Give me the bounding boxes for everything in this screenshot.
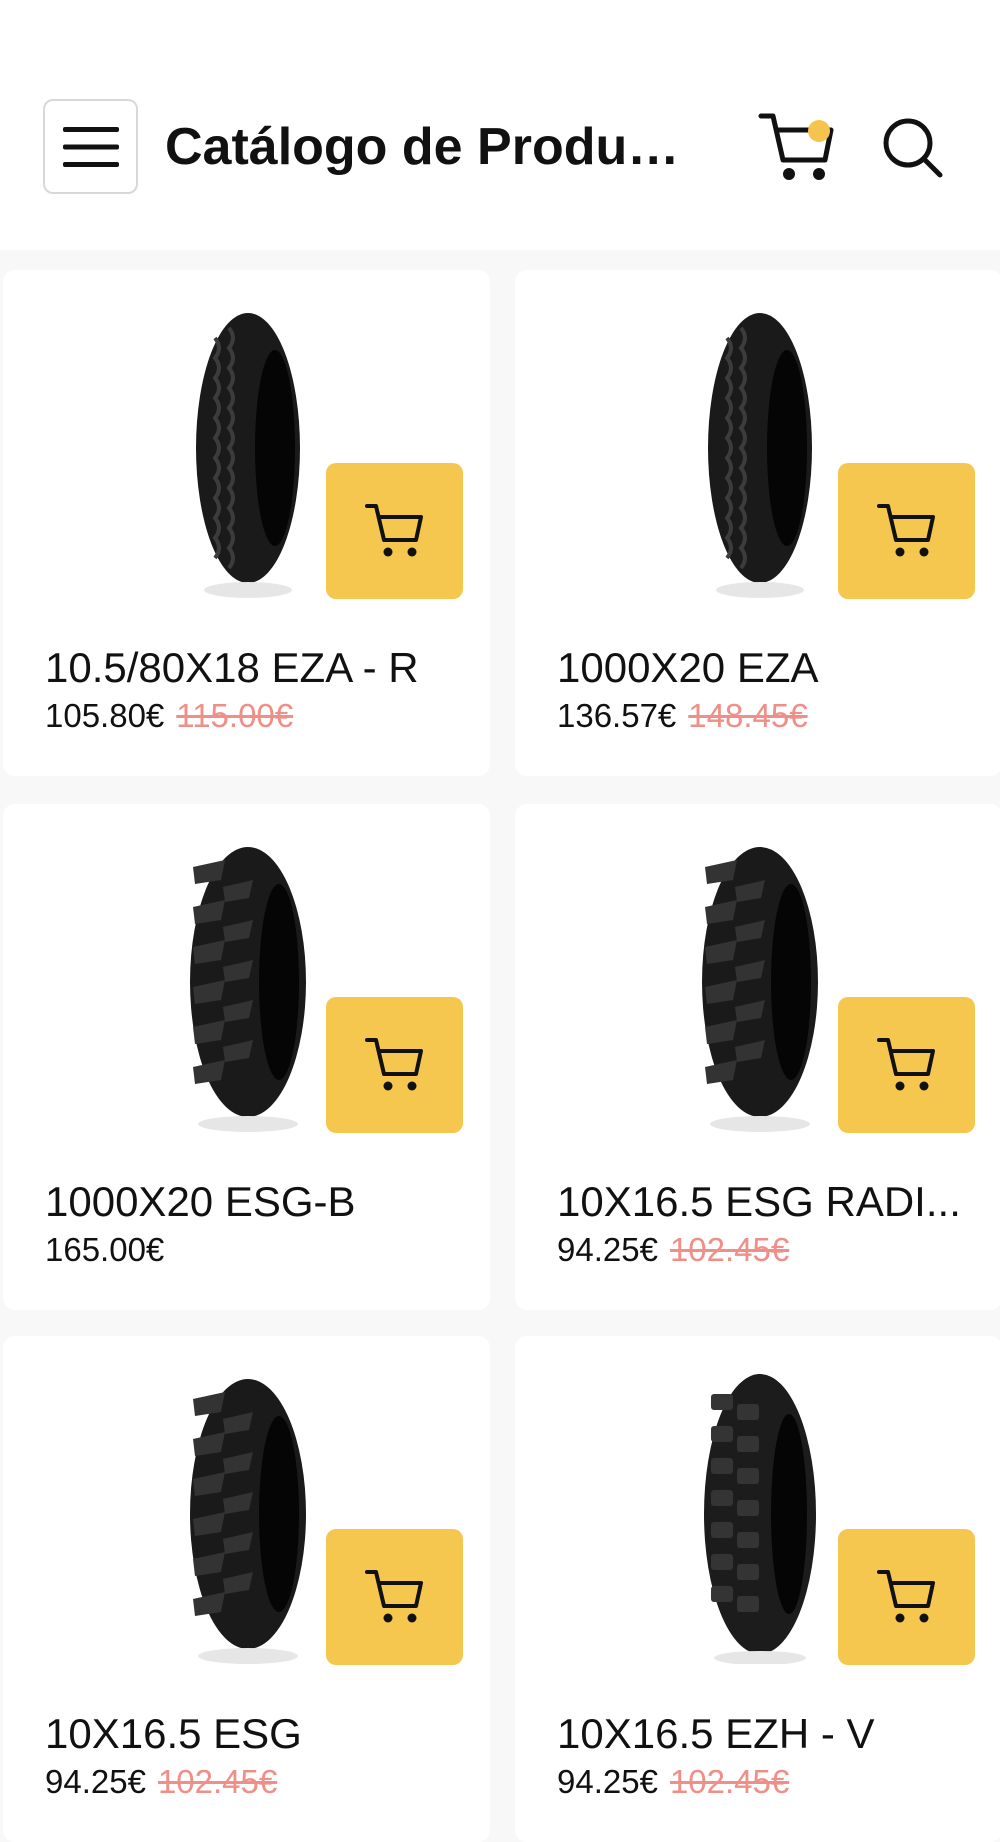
add-to-cart-button[interactable]: [326, 1529, 463, 1665]
cart-icon: [364, 1570, 423, 1623]
product-prices: 136.57€ 148.45€: [557, 694, 808, 738]
product-old-price: 148.45€: [688, 697, 808, 734]
cart-badge: [808, 120, 830, 142]
product-old-price: 115.00€: [176, 697, 294, 734]
menu-button[interactable]: [43, 99, 138, 194]
product-prices: 94.25€ 102.45€: [557, 1760, 789, 1804]
product-name: 10X16.5 ESG: [45, 1710, 302, 1757]
cart-icon: [876, 504, 935, 557]
product-prices: 94.25€ 102.45€: [45, 1760, 277, 1804]
product-price: 94.25€: [45, 1763, 146, 1800]
tire-image: [704, 1374, 816, 1664]
product-name: 10.5/80X18 EZA - R: [45, 644, 419, 691]
product-old-price: 102.45€: [669, 1763, 790, 1800]
cart-icon: [758, 113, 834, 180]
tire-image: [190, 847, 306, 1132]
add-to-cart-button[interactable]: [326, 463, 463, 599]
product-old-price: 102.45€: [669, 1231, 790, 1268]
product-prices: 165.00€: [45, 1228, 164, 1272]
cart-button[interactable]: [757, 108, 837, 188]
add-to-cart-button[interactable]: [326, 997, 463, 1133]
add-to-cart-button[interactable]: [838, 463, 975, 599]
product-old-price: 102.45€: [157, 1763, 278, 1800]
hamburger-icon: [62, 126, 119, 167]
product-card[interactable]: 1000X20 ESG-B 165.00€: [3, 804, 490, 1310]
tire-image: [196, 313, 300, 598]
product-price: 105.80€: [45, 697, 165, 734]
product-price: 136.57€: [557, 697, 677, 734]
app-header: Catálogo de Produt...: [0, 0, 1000, 250]
product-price: 94.25€: [557, 1231, 658, 1268]
product-prices: 94.25€ 102.45€: [557, 1228, 789, 1272]
add-to-cart-button[interactable]: [838, 997, 975, 1133]
search-icon: [883, 118, 943, 178]
product-name: 10X16.5 EZH - V: [557, 1710, 875, 1757]
cart-icon: [876, 1038, 935, 1091]
tire-image: [708, 313, 812, 598]
tire-image: [190, 1379, 306, 1664]
tire-image: [702, 847, 818, 1132]
product-prices: 105.80€ 115.00€: [45, 694, 293, 738]
cart-icon: [364, 504, 423, 557]
product-price: 94.25€: [557, 1763, 658, 1800]
cart-icon: [876, 1570, 935, 1623]
cart-icon: [364, 1038, 423, 1091]
product-name: 1000X20 EZA: [557, 644, 819, 691]
product-card[interactable]: 1000X20 EZA 136.57€ 148.45€: [515, 270, 1000, 776]
search-button[interactable]: [878, 113, 948, 183]
add-to-cart-button[interactable]: [838, 1529, 975, 1665]
product-price: 165.00€: [45, 1231, 165, 1268]
product-card[interactable]: 10.5/80X18 EZA - R 105.80€ 115.00€: [3, 270, 490, 776]
product-card[interactable]: 10X16.5 ESG RADI... 94.25€ 102.45€: [515, 804, 1000, 1310]
product-name: 1000X20 ESG-B: [45, 1178, 356, 1225]
product-card[interactable]: 10X16.5 ESG 94.25€ 102.45€: [3, 1336, 490, 1842]
product-name: 10X16.5 ESG RADI...: [557, 1178, 961, 1225]
product-card[interactable]: 10X16.5 EZH - V 94.25€ 102.45€: [515, 1336, 1000, 1842]
page-title: Catálogo de Produt...: [165, 118, 685, 176]
